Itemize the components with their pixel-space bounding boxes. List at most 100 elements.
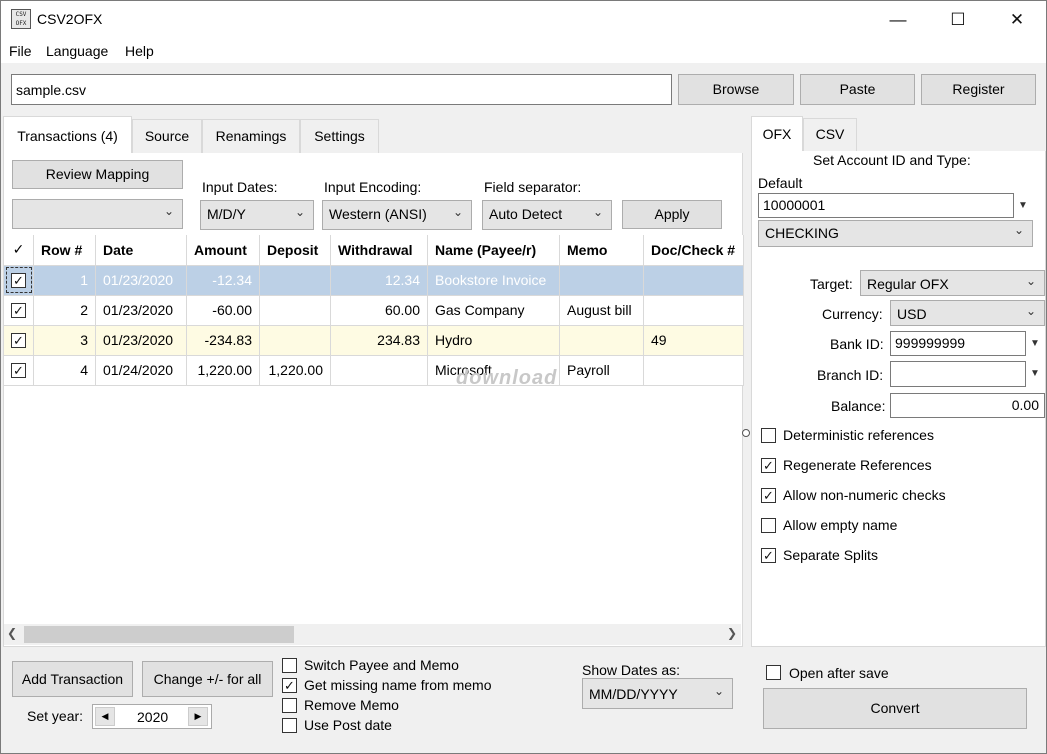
column-header-row[interactable]: Row #	[33, 235, 96, 266]
row-checkbox[interactable]: ✓	[11, 363, 26, 378]
input-encoding-select[interactable]: Western (ANSI) ⌄	[322, 200, 472, 230]
use-post-date-checkbox[interactable]	[282, 718, 297, 733]
row-deposit[interactable]	[259, 325, 331, 356]
row-deposit[interactable]	[259, 295, 331, 326]
row-date[interactable]: 01/23/2020	[95, 295, 187, 326]
row-amount[interactable]: 1,220.00	[186, 355, 260, 386]
close-icon[interactable]: ✕	[994, 1, 1040, 39]
convert-button[interactable]: Convert	[763, 688, 1027, 729]
deterministic-references-checkbox[interactable]	[761, 428, 776, 443]
tab-ofx[interactable]: OFX	[751, 116, 803, 152]
year-decrement-icon[interactable]: ◀	[95, 707, 115, 726]
separate-splits-checkbox[interactable]: ✓	[761, 548, 776, 563]
row-doc[interactable]: 49	[643, 325, 744, 356]
row-name[interactable]: Bookstore Invoice	[427, 265, 560, 296]
remove-memo-checkbox[interactable]	[282, 698, 297, 713]
tab-source[interactable]: Source	[132, 119, 202, 153]
open-after-save-label[interactable]: Open after save	[789, 665, 889, 681]
paste-button[interactable]: Paste	[800, 74, 915, 105]
year-stepper[interactable]: ◀ 2020 ▶	[92, 704, 212, 729]
add-transaction-button[interactable]: Add Transaction	[12, 661, 133, 697]
switch-payee-memo-checkbox[interactable]	[282, 658, 297, 673]
column-header-withdrawal[interactable]: Withdrawal	[330, 235, 428, 266]
tab-csv[interactable]: CSV	[803, 118, 857, 151]
input-dates-select[interactable]: M/D/Y ⌄	[200, 200, 314, 230]
table-row[interactable]: ✓ 3 01/23/2020 -234.83 234.83 Hydro 49	[4, 325, 744, 356]
regenerate-references-checkbox[interactable]: ✓	[761, 458, 776, 473]
change-sign-button[interactable]: Change +/- for all	[142, 661, 273, 697]
browse-button[interactable]: Browse	[678, 74, 794, 105]
tab-transactions[interactable]: Transactions (4)	[3, 116, 132, 154]
row-withdrawal[interactable]	[330, 355, 428, 386]
row-memo[interactable]	[559, 325, 644, 356]
row-withdrawal[interactable]: 234.83	[330, 325, 428, 356]
row-name[interactable]: Gas Company	[427, 295, 560, 326]
table-row[interactable]: ✓ 2 01/23/2020 -60.00 60.00 Gas Company …	[4, 295, 744, 326]
row-memo[interactable]	[559, 265, 644, 296]
row-doc[interactable]	[643, 265, 744, 296]
target-select[interactable]: Regular OFX ⌄	[860, 270, 1045, 296]
row-checkbox[interactable]: ✓	[11, 333, 26, 348]
menu-help[interactable]: Help	[125, 43, 154, 59]
allow-empty-name-label[interactable]: Allow empty name	[783, 517, 897, 533]
column-header-date[interactable]: Date	[95, 235, 187, 266]
table-row[interactable]: ✓ 4 01/24/2020 1,220.00 1,220.00 Microso…	[4, 355, 744, 386]
bank-id-dropdown-icon[interactable]: ▼	[1026, 331, 1044, 356]
column-header-checked[interactable]: ✓	[4, 235, 34, 266]
scroll-right-icon[interactable]: ❯	[727, 626, 737, 640]
splitter-handle[interactable]	[742, 429, 750, 437]
row-doc[interactable]	[643, 355, 744, 386]
column-header-name[interactable]: Name (Payee/r)	[427, 235, 560, 266]
regenerate-references-label[interactable]: Regenerate References	[783, 457, 932, 473]
file-path-input[interactable]: sample.csv	[11, 74, 672, 105]
balance-input[interactable]: 0.00	[890, 393, 1045, 418]
tab-settings[interactable]: Settings	[300, 119, 379, 153]
row-checkbox[interactable]: ✓	[11, 273, 26, 288]
missing-name-checkbox[interactable]: ✓	[282, 678, 297, 693]
account-type-select[interactable]: CHECKING ⌄	[758, 220, 1033, 247]
menu-language[interactable]: Language	[46, 43, 108, 59]
column-header-amount[interactable]: Amount	[186, 235, 260, 266]
separate-splits-label[interactable]: Separate Splits	[783, 547, 878, 563]
remove-memo-label[interactable]: Remove Memo	[304, 697, 399, 713]
maximize-icon[interactable]: ☐	[935, 1, 981, 39]
deterministic-references-label[interactable]: Deterministic references	[783, 427, 934, 443]
column-header-memo[interactable]: Memo	[559, 235, 644, 266]
open-after-save-checkbox[interactable]	[766, 665, 781, 680]
scrollbar-thumb[interactable]	[24, 626, 294, 643]
field-separator-select[interactable]: Auto Detect ⌄	[482, 200, 612, 230]
year-value[interactable]: 2020	[137, 709, 168, 725]
currency-select[interactable]: USD ⌄	[890, 300, 1045, 326]
allow-empty-name-checkbox[interactable]	[761, 518, 776, 533]
register-button[interactable]: Register	[921, 74, 1036, 105]
row-memo[interactable]: August bill	[559, 295, 644, 326]
year-increment-icon[interactable]: ▶	[188, 707, 208, 726]
row-checkbox[interactable]: ✓	[11, 303, 26, 318]
row-date[interactable]: 01/23/2020	[95, 265, 187, 296]
row-deposit[interactable]: 1,220.00	[259, 355, 331, 386]
account-id-dropdown-icon[interactable]: ▼	[1014, 193, 1032, 218]
table-row[interactable]: ✓ 1 01/23/2020 -12.34 12.34 Bookstore In…	[4, 265, 744, 296]
non-numeric-checks-checkbox[interactable]: ✓	[761, 488, 776, 503]
menu-file[interactable]: File	[9, 43, 32, 59]
switch-payee-memo-label[interactable]: Switch Payee and Memo	[304, 657, 459, 673]
show-dates-select[interactable]: MM/DD/YYYY ⌄	[582, 678, 733, 709]
row-doc[interactable]	[643, 295, 744, 326]
apply-button[interactable]: Apply	[622, 200, 722, 229]
tab-renamings[interactable]: Renamings	[202, 119, 300, 153]
row-name[interactable]: Hydro	[427, 325, 560, 356]
minimize-icon[interactable]: —	[875, 1, 921, 39]
branch-id-dropdown-icon[interactable]: ▼	[1026, 361, 1044, 387]
mapping-select[interactable]: ⌄	[12, 199, 183, 229]
row-checkbox-cell[interactable]: ✓	[4, 265, 34, 296]
scroll-left-icon[interactable]: ❮	[7, 626, 17, 640]
column-header-doc[interactable]: Doc/Check #	[643, 235, 744, 266]
account-id-input[interactable]: 10000001	[758, 193, 1014, 218]
branch-id-input[interactable]	[890, 361, 1026, 387]
use-post-date-label[interactable]: Use Post date	[304, 717, 392, 733]
row-date[interactable]: 01/23/2020	[95, 325, 187, 356]
row-deposit[interactable]	[259, 265, 331, 296]
bank-id-input[interactable]: 999999999	[890, 331, 1026, 356]
row-withdrawal[interactable]: 12.34	[330, 265, 428, 296]
row-checkbox-cell[interactable]: ✓	[4, 325, 34, 356]
